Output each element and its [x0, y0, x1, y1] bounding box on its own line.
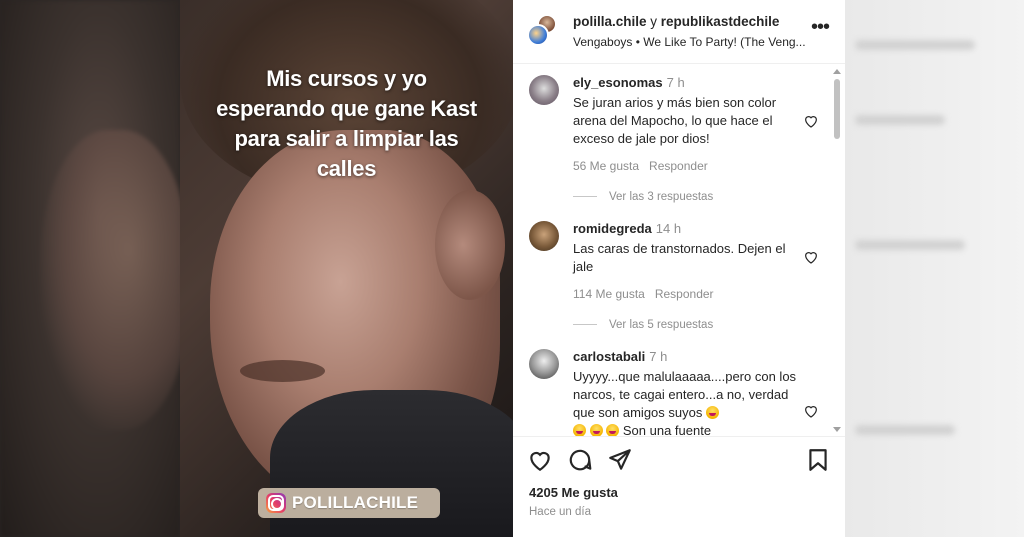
heart-icon[interactable] [803, 403, 819, 419]
blurred-text [855, 425, 955, 435]
author-link[interactable]: polilla.chile [573, 14, 647, 29]
author-link[interactable]: republikastdechile [661, 14, 780, 29]
comment-username[interactable]: romidegreda [573, 221, 652, 236]
post-panel: polilla.chile y republikastdechile Venga… [513, 0, 845, 537]
blurred-text [855, 40, 975, 50]
laughing-emoji-icon [573, 424, 586, 436]
comment-icon[interactable] [567, 447, 593, 473]
reply-button[interactable]: Responder [649, 159, 708, 173]
avatar[interactable] [529, 221, 559, 251]
video-caption: Mis cursos y yo esperando que gane Kast … [216, 66, 477, 181]
action-bar [513, 447, 845, 479]
comment-likes[interactable]: 56 Me gusta [573, 159, 639, 173]
scroll-down-arrow-icon[interactable] [833, 427, 841, 432]
comments-scrollbar[interactable] [831, 65, 843, 436]
blurred-background-left [0, 0, 190, 537]
comment-time: 7 h [649, 349, 668, 364]
blurred-face [40, 130, 190, 430]
reply-button[interactable]: Responder [655, 287, 714, 301]
video-ear [435, 190, 505, 300]
blurred-text [855, 240, 965, 250]
avatar[interactable] [529, 75, 559, 105]
reel-video[interactable]: Mis cursos y yo esperando que gane Kast … [180, 0, 513, 537]
avatar[interactable] [527, 24, 549, 46]
laughing-emoji-icon [589, 424, 603, 436]
comment-likes[interactable]: 114 Me gusta [573, 287, 645, 301]
avatar[interactable] [529, 349, 559, 379]
comment-text-part: Uyyyy...que malulaaaaa....pero con los n… [573, 369, 797, 420]
blurred-background-right [845, 0, 1024, 537]
laughing-emoji-icon [606, 424, 620, 436]
comment-text: Las caras de transtornados. Dejen el jal… [573, 241, 786, 274]
share-icon[interactable] [607, 447, 633, 473]
post-authors: polilla.chile y republikastdechile [573, 14, 779, 29]
post-header: polilla.chile y republikastdechile Venga… [513, 0, 845, 64]
likes-count[interactable]: 4205 Me gusta [529, 485, 618, 500]
author-connector: y [646, 14, 661, 29]
bookmark-icon[interactable] [805, 447, 831, 473]
comment-body: carlostabali 7 h Uyyyy...que malulaaaaa..… [573, 349, 803, 437]
audio-link[interactable]: Vengaboys • We Like To Party! (The Veng.… [573, 35, 806, 49]
comment-meta: 114 Me gusta Responder [573, 287, 803, 301]
comment-username[interactable]: ely_esonomas [573, 75, 663, 90]
post-time: Hace un día [529, 506, 592, 518]
heart-icon[interactable] [803, 113, 819, 129]
comment-text: Uyyyy...que malulaaaaa....pero con los n… [573, 368, 803, 437]
video-mustache [240, 360, 325, 382]
watermark-badge: POLILLACHILE [258, 488, 440, 518]
more-options-icon[interactable]: ••• [811, 17, 830, 37]
comment-text-part: Son una fuente [622, 423, 712, 437]
watermark-text: POLILLACHILE [292, 493, 419, 512]
comment-time: 14 h [655, 221, 682, 236]
comment-body: ely_esonomas 7 h Se juran arios y más bie… [573, 75, 803, 173]
comment-username[interactable]: carlostabali [573, 349, 645, 364]
comment-time: 7 h [666, 75, 685, 90]
scroll-thumb[interactable] [834, 79, 840, 139]
heart-icon[interactable] [803, 249, 819, 265]
scroll-up-arrow-icon[interactable] [833, 69, 841, 74]
blurred-text [855, 115, 945, 125]
collab-avatars[interactable] [527, 14, 557, 48]
comment-meta: 56 Me gusta Responder [573, 159, 803, 173]
comment-text: Se juran arios y más bien son color aren… [573, 95, 777, 146]
heart-icon[interactable] [527, 447, 553, 473]
comments-list[interactable]: ely_esonomas 7 h Se juran arios y más bie… [513, 65, 845, 437]
view-replies-button[interactable]: Ver las 3 respuestas [573, 191, 793, 203]
instagram-logo-icon [266, 493, 286, 513]
view-replies-button[interactable]: Ver las 5 respuestas [573, 319, 793, 331]
laughing-emoji-icon [705, 406, 719, 419]
comment-body: romidegreda 14 h Las caras de transtornad… [573, 221, 803, 301]
